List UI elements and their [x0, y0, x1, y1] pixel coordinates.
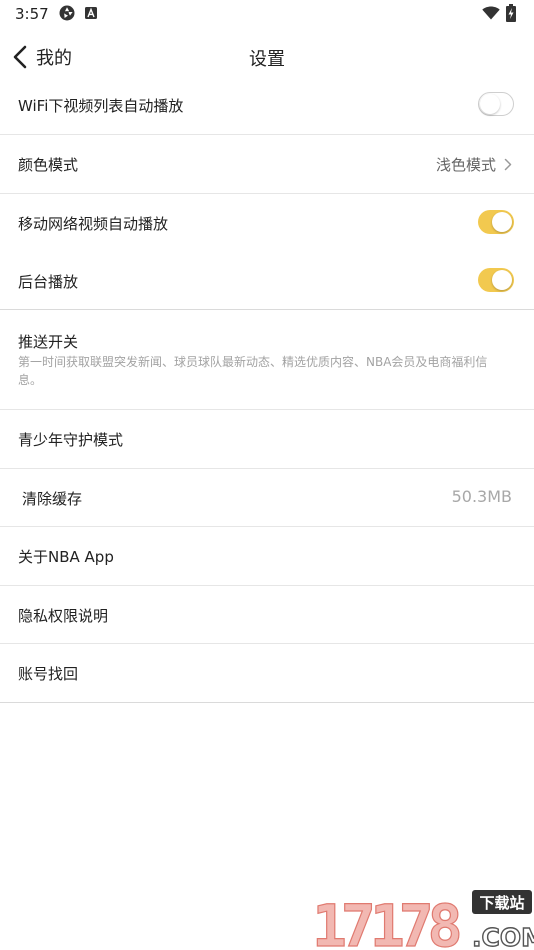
privacy-label: 隐私权限说明: [18, 607, 109, 625]
push-row[interactable]: 推送开关 第一时间获取联盟突发新闻、球员球队最新动态、精选优质内容、NBA会员及…: [0, 310, 534, 409]
background-play-toggle[interactable]: [478, 268, 514, 292]
privacy-row[interactable]: 隐私权限说明: [0, 586, 534, 643]
battery-charging-icon: [506, 4, 516, 22]
background-play-row[interactable]: 后台播放: [0, 252, 534, 309]
toggle-knob: [480, 94, 500, 114]
youth-mode-row[interactable]: 青少年守护模式: [0, 410, 534, 468]
clear-cache-row[interactable]: 清除缓存 50.3MB: [0, 469, 534, 526]
wifi-autoplay-row[interactable]: WiFi下视频列表自动播放: [0, 82, 534, 134]
watermark-badge: 下载站: [479, 894, 524, 912]
mobile-autoplay-toggle[interactable]: [478, 210, 514, 234]
toggle-knob: [492, 212, 512, 232]
color-mode-row[interactable]: 颜色模式 浅色模式: [0, 135, 534, 193]
wifi-autoplay-toggle[interactable]: [478, 92, 514, 116]
aperture-icon: [59, 5, 75, 21]
about-row[interactable]: 关于NBA App: [0, 527, 534, 585]
page-title: 设置: [249, 49, 285, 70]
push-description: 第一时间获取联盟突发新闻、球员球队最新动态、精选优质内容、NBA会员及电商福利信…: [18, 355, 488, 387]
cache-size-value: 50.3MB: [451, 487, 512, 506]
status-bar: 3:57: [0, 0, 534, 28]
mobile-autoplay-row[interactable]: 移动网络视频自动播放: [0, 194, 534, 252]
wifi-icon: [482, 6, 500, 20]
clear-cache-label: 清除缓存: [22, 490, 83, 508]
toggle-knob: [492, 270, 512, 290]
divider: [0, 702, 534, 703]
account-recovery-row[interactable]: 账号找回: [0, 644, 534, 702]
watermark-number: 17178: [312, 892, 460, 950]
chevron-right-icon: [504, 158, 512, 171]
about-label: 关于NBA App: [18, 548, 114, 566]
account-recovery-label: 账号找回: [18, 665, 79, 683]
watermark-domain: .COM: [472, 923, 534, 950]
header: 我的 设置: [0, 32, 534, 82]
site-watermark-logo: 17178 下载站 .COM: [311, 890, 534, 950]
status-time: 3:57: [15, 5, 49, 23]
color-mode-value: 浅色模式: [435, 156, 496, 174]
mobile-autoplay-label: 移动网络视频自动播放: [18, 215, 169, 233]
youth-mode-label: 青少年守护模式: [18, 431, 124, 449]
push-label: 推送开关: [18, 333, 79, 351]
background-play-label: 后台播放: [18, 273, 79, 291]
a-notification-icon: [85, 7, 97, 19]
wifi-autoplay-label: WiFi下视频列表自动播放: [18, 97, 184, 115]
color-mode-label: 颜色模式: [18, 156, 79, 174]
